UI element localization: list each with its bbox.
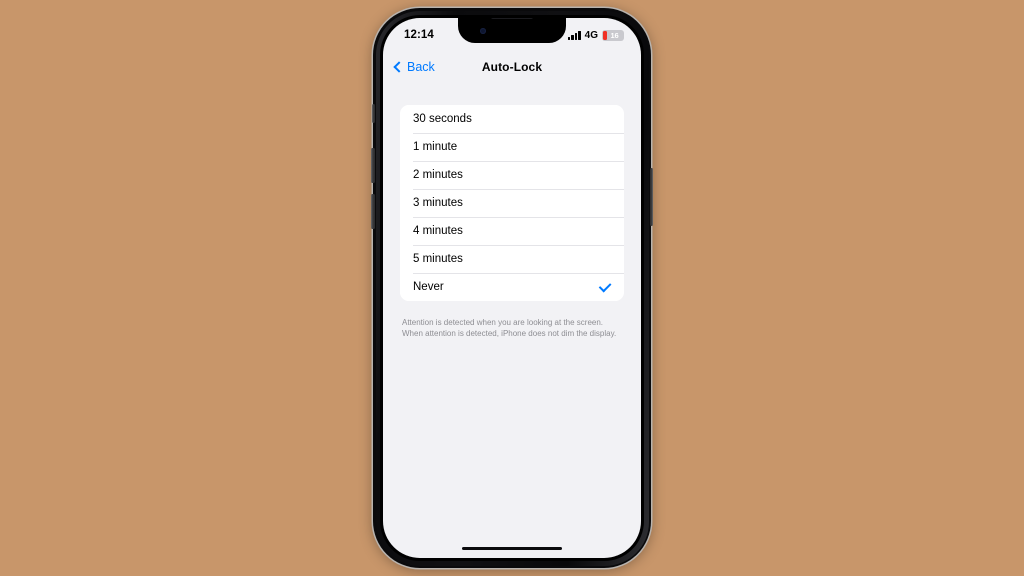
list-item[interactable]: 2 minutes	[400, 161, 624, 189]
notch	[458, 18, 566, 43]
list-item[interactable]: 4 minutes	[400, 217, 624, 245]
checkmark-icon	[598, 279, 612, 292]
earpiece-speaker-icon	[491, 18, 533, 19]
volume-down-button[interactable]	[371, 194, 375, 229]
list-item[interactable]: 3 minutes	[400, 189, 624, 217]
home-indicator[interactable]	[462, 546, 562, 550]
back-button[interactable]: Back	[393, 60, 435, 74]
cellular-signal-icon	[567, 30, 581, 40]
status-bar-clock: 12:14	[404, 29, 434, 41]
phone-screen: 12:14 4G 16 Back Auto-Lock 30 seconds 1 m…	[383, 18, 641, 558]
list-item[interactable]: 30 seconds	[400, 105, 624, 133]
list-item-label: 5 minutes	[413, 253, 463, 265]
list-item[interactable]: 5 minutes	[400, 245, 624, 273]
power-button[interactable]	[649, 168, 653, 226]
navigation-bar: Back Auto-Lock	[383, 48, 641, 86]
list-item-label: 3 minutes	[413, 197, 463, 209]
list-item-label: 4 minutes	[413, 225, 463, 237]
list-item-label: Never	[413, 281, 444, 293]
footer-description: Attention is detected when you are looki…	[402, 318, 617, 339]
front-camera-icon	[480, 28, 486, 34]
battery-percent-label: 16	[610, 30, 619, 40]
list-item[interactable]: 1 minute	[400, 133, 624, 161]
list-item-label: 2 minutes	[413, 169, 463, 181]
chevron-left-icon	[393, 61, 405, 73]
volume-up-button[interactable]	[371, 148, 375, 183]
list-item-label: 30 seconds	[413, 113, 472, 125]
status-bar-indicators: 4G 16	[567, 29, 624, 41]
list-item-label: 1 minute	[413, 141, 458, 153]
auto-lock-options-list: 30 seconds 1 minute 2 minutes 3 minutes 4 mi…	[400, 105, 624, 301]
phone-device: 12:14 4G 16 Back Auto-Lock 30 seconds 1 m…	[371, 8, 653, 568]
network-type-label: 4G	[584, 29, 598, 41]
silent-switch[interactable]	[371, 104, 375, 123]
list-item[interactable]: Never	[400, 273, 624, 301]
back-button-label: Back	[407, 60, 435, 74]
battery-icon: 16	[602, 29, 624, 41]
